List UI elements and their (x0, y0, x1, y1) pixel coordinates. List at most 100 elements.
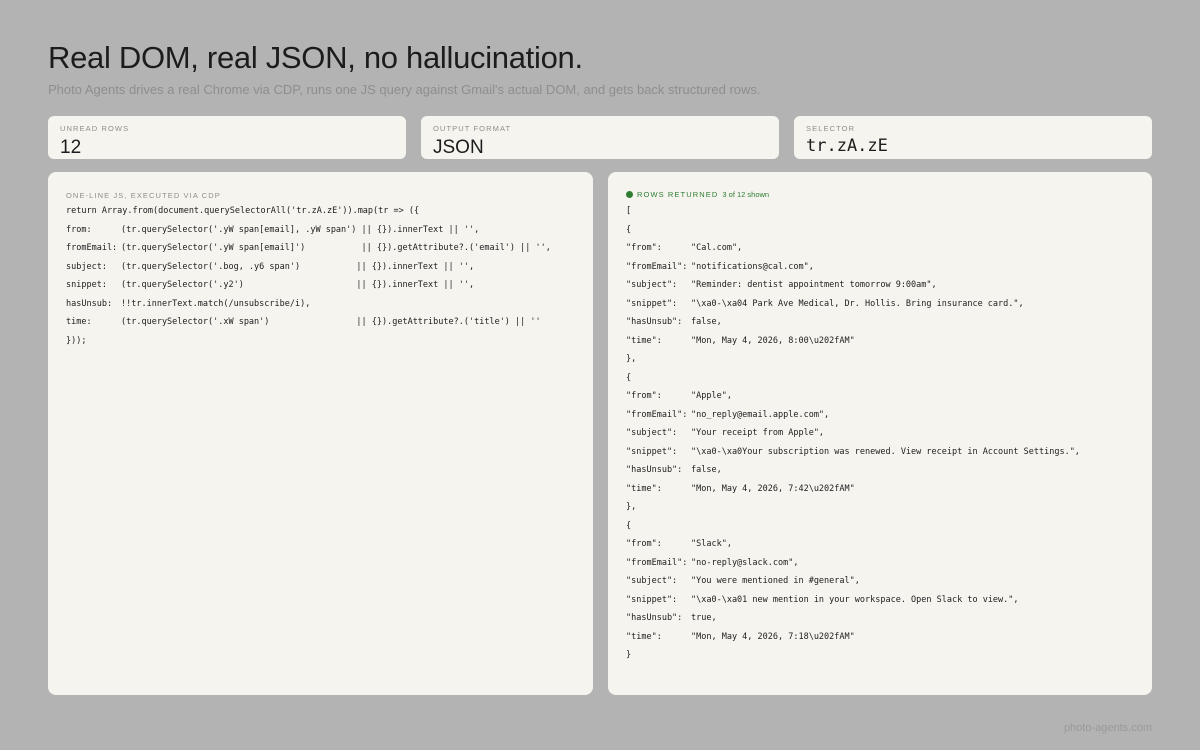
code-value: true, (691, 613, 717, 623)
code-value: (tr.querySelector('.y2') || {}).innerTex… (121, 280, 475, 290)
code-value: "Slack", (691, 539, 732, 549)
stat-value: tr.zA.zE (806, 136, 888, 156)
stat-card-selector: SELECTOR tr.zA.zE (794, 116, 1152, 159)
code-value: "notifications@cal.com", (691, 261, 814, 272)
code-line: "from": "Slack", (626, 539, 1080, 558)
code-line: hasUnsub: !!tr.innerText.match(/unsubscri… (66, 299, 551, 318)
code-line: [ (626, 206, 1080, 225)
code-value: }, (626, 354, 637, 364)
code-value: "You were mentioned in #general", (691, 576, 860, 586)
stat-label: UNREAD ROWS (60, 124, 130, 133)
query-code-block: return Array.from(document.querySelector… (66, 206, 551, 354)
code-key: "from": (626, 243, 662, 253)
code-line: { (626, 521, 1080, 540)
code-line: fromEmail: (tr.querySelector('.yW span[em… (66, 243, 551, 262)
code-value: "Your receipt from Apple", (691, 428, 825, 438)
code-value: "no-reply@slack.com", (691, 557, 799, 568)
code-key: "hasUnsub": (626, 465, 683, 475)
code-value: { (626, 372, 632, 383)
code-value: return Array.from(document.querySelector… (66, 206, 420, 216)
footer-domain: photo-agents.com (1063, 722, 1152, 734)
code-value: "Mon, May 4, 2026, 7:42\u202fAM" (691, 483, 855, 494)
code-line: return Array.from(document.querySelector… (66, 206, 551, 225)
code-key: "time": (626, 483, 662, 494)
code-key: "subject": (626, 280, 678, 290)
code-key: "fromEmail": (626, 557, 688, 568)
code-line: "subject": "Reminder: dentist appointment… (626, 280, 1080, 299)
code-key: fromEmail: (66, 243, 118, 253)
code-line: "hasUnsub": false, (626, 465, 1080, 484)
code-value: } (626, 650, 632, 660)
page-subtitle: Photo Agents drives a real Chrome via CD… (48, 82, 761, 97)
code-line: "subject": "Your receipt from Apple", (626, 428, 1080, 447)
result-json-panel: ROWS RETURNED 3 of 12 shown [ { "from": "Ca… (608, 172, 1152, 695)
code-line: } (626, 650, 1080, 669)
page-title: Real DOM, real JSON, no hallucination. (48, 40, 583, 75)
code-key: "hasUnsub": (626, 613, 683, 623)
rows-count: 3 of 12 shown (722, 190, 770, 199)
code-key: "hasUnsub": (626, 317, 683, 327)
code-value: "Mon, May 4, 2026, 7:18\u202fAM" (691, 631, 855, 642)
code-value: [ (626, 206, 632, 216)
code-value: { (626, 224, 632, 235)
stat-label: OUTPUT FORMAT (433, 124, 512, 133)
stat-label: SELECTOR (806, 124, 856, 133)
stat-value: 12 (60, 137, 82, 158)
code-line: "time": "Mon, May 4, 2026, 7:42\u202fAM" (626, 484, 1080, 503)
code-line: "from": "Cal.com", (626, 243, 1080, 262)
code-line: "time": "Mon, May 4, 2026, 8:00\u202fAM" (626, 336, 1080, 355)
code-key: "subject": (626, 576, 678, 586)
code-key: time: (66, 317, 92, 327)
panel-label: ONE-LINE JS, EXECUTED VIA CDP (66, 191, 221, 200)
code-value: "Cal.com", (691, 243, 743, 253)
code-value: (tr.querySelector('.yW span[email]') || … (121, 243, 551, 253)
code-line: "fromEmail": "notifications@cal.com", (626, 262, 1080, 281)
stat-card-output-format: OUTPUT FORMAT JSON (421, 116, 779, 159)
code-line: "from": "Apple", (626, 391, 1080, 410)
code-value: false, (691, 465, 722, 475)
code-line: }, (626, 502, 1080, 521)
code-key: "from": (626, 391, 662, 401)
code-line: time: (tr.querySelector('.xW span') || {}… (66, 317, 551, 336)
stat-card-unread-rows: UNREAD ROWS 12 (48, 116, 406, 159)
code-key: "fromEmail": (626, 409, 688, 420)
code-value: }, (626, 502, 637, 512)
code-value: "Apple", (691, 391, 732, 401)
code-line: "hasUnsub": true, (626, 613, 1080, 632)
stat-value: JSON (433, 137, 484, 158)
code-line: snippet: (tr.querySelector('.y2') || {}).… (66, 280, 551, 299)
code-value: { (626, 520, 632, 531)
result-json-block: [{"from": "Cal.com", "fromEmail": "notifica… (626, 206, 1080, 669)
code-line: { (626, 225, 1080, 244)
rows-returned-header: ROWS RETURNED 3 of 12 shown (626, 190, 769, 199)
code-key: "snippet": (626, 298, 678, 309)
code-value: "no_reply@email.apple.com", (691, 409, 830, 420)
code-key: "subject": (626, 428, 678, 438)
status-dot-icon (626, 191, 633, 198)
code-line: })); (66, 336, 551, 355)
code-value: !!tr.innerText.match(/unsubscribe/i), (121, 298, 311, 309)
code-line: "snippet": "\xa0-\xa04 Park Ave Medical, … (626, 299, 1080, 318)
code-line: "hasUnsub": false, (626, 317, 1080, 336)
code-key: subject: (66, 261, 107, 272)
code-value: (tr.querySelector('.bog, .y6 span') || {… (121, 261, 475, 272)
code-key: "snippet": (626, 446, 678, 457)
code-key: "from": (626, 539, 662, 549)
code-key: from: (66, 224, 92, 235)
code-line: }, (626, 354, 1080, 373)
code-key: hasUnsub: (66, 298, 113, 309)
code-line: "snippet": "\xa0-\xa01 new mention in you… (626, 595, 1080, 614)
code-line: "fromEmail": "no-reply@slack.com", (626, 558, 1080, 577)
code-line: "time": "Mon, May 4, 2026, 7:18\u202fAM" (626, 632, 1080, 651)
code-value: })); (66, 335, 87, 346)
code-key: "snippet": (626, 594, 678, 605)
query-code-panel: ONE-LINE JS, EXECUTED VIA CDP return Arr… (48, 172, 593, 695)
code-value: "Reminder: dentist appointment tomorrow … (691, 280, 937, 290)
panel-label: ROWS RETURNED (637, 190, 719, 199)
code-value: "\xa0-\xa01 new mention in your workspac… (691, 594, 1019, 605)
code-line: subject: (tr.querySelector('.bog, .y6 spa… (66, 262, 551, 281)
code-key: snippet: (66, 280, 107, 290)
code-value: (tr.querySelector('.yW span[email], .yW … (121, 224, 480, 235)
code-value: "\xa0-\xa0Your subscription was renewed.… (691, 446, 1080, 457)
code-line: "fromEmail": "no_reply@email.apple.com", (626, 410, 1080, 429)
